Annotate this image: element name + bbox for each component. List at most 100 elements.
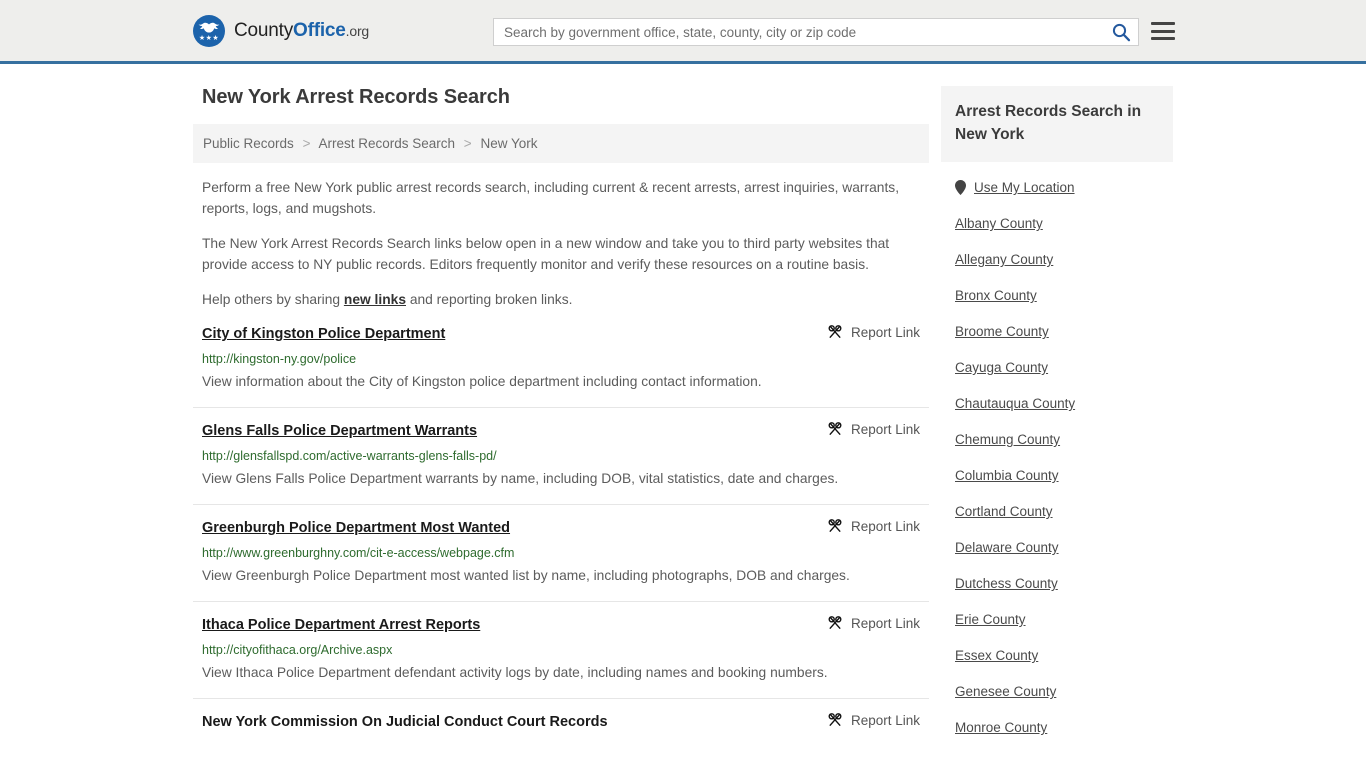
- sidebar: Arrest Records Search in New York Use My…: [941, 86, 1173, 756]
- result-item: Greenburgh Police Department Most Wanted…: [193, 518, 929, 602]
- breadcrumb-item-new-york[interactable]: New York: [480, 136, 537, 151]
- breadcrumb-item-public-records[interactable]: Public Records: [203, 136, 294, 151]
- broken-link-icon: [828, 422, 842, 435]
- sidebar-item-delaware-county[interactable]: Delaware County: [955, 540, 1159, 555]
- sidebar-item-label[interactable]: Chemung County: [955, 432, 1060, 447]
- sidebar-item-chemung-county[interactable]: Chemung County: [955, 432, 1159, 447]
- intro-p3-after: and reporting broken links.: [406, 292, 573, 307]
- sidebar-item-chautauqua-county[interactable]: Chautauqua County: [955, 396, 1159, 411]
- sidebar-item-label[interactable]: Chautauqua County: [955, 396, 1075, 411]
- sidebar-item-erie-county[interactable]: Erie County: [955, 612, 1159, 627]
- report-link-label: Report Link: [850, 324, 920, 340]
- eagle-seal-icon: ★★★: [193, 14, 225, 47]
- hamburger-bar: [1151, 37, 1175, 40]
- sidebar-item-cortland-county[interactable]: Cortland County: [955, 504, 1159, 519]
- sidebar-item-label[interactable]: Broome County: [955, 324, 1049, 339]
- result-item: Glens Falls Police Department Warrants R…: [193, 421, 929, 505]
- site-header: ★★★ CountyOffice.org: [0, 0, 1366, 64]
- result-header: New York Commission On Judicial Conduct …: [202, 712, 929, 732]
- result-title-link[interactable]: Ithaca Police Department Arrest Reports: [202, 615, 480, 635]
- sidebar-item-bronx-county[interactable]: Bronx County: [955, 288, 1159, 303]
- result-title-link[interactable]: New York Commission On Judicial Conduct …: [202, 712, 608, 732]
- search-bar: [493, 18, 1139, 46]
- intro-paragraph-1: Perform a free New York public arrest re…: [202, 180, 900, 216]
- result-item: Ithaca Police Department Arrest Reports …: [193, 615, 929, 699]
- result-url[interactable]: http://www.greenburghny.com/cit-e-access…: [202, 545, 929, 561]
- sidebar-county-list: Use My Location Albany County Allegany C…: [941, 180, 1173, 735]
- search-input[interactable]: [494, 19, 1104, 45]
- sidebar-item-allegany-county[interactable]: Allegany County: [955, 252, 1159, 267]
- result-description: View Ithaca Police Department defendant …: [202, 665, 828, 680]
- result-title-link[interactable]: Glens Falls Police Department Warrants: [202, 421, 477, 441]
- sidebar-item-label[interactable]: Monroe County: [955, 720, 1047, 735]
- sidebar-item-cayuga-county[interactable]: Cayuga County: [955, 360, 1159, 375]
- sidebar-item-label[interactable]: Cayuga County: [955, 360, 1048, 375]
- eagle-glyph: [198, 22, 220, 32]
- result-description: View Glens Falls Police Department warra…: [202, 471, 839, 486]
- result-description: View information about the City of Kings…: [202, 374, 762, 389]
- result-url[interactable]: http://cityofithaca.org/Archive.aspx: [202, 642, 929, 658]
- result-item: City of Kingston Police Department Repor…: [193, 324, 929, 408]
- sidebar-item-label[interactable]: Dutchess County: [955, 576, 1058, 591]
- sidebar-header-box: Arrest Records Search in New York: [941, 86, 1173, 162]
- report-link-button[interactable]: Report Link: [827, 518, 920, 534]
- intro-paragraph-2: The New York Arrest Records Search links…: [202, 236, 890, 272]
- report-link-button[interactable]: Report Link: [827, 421, 920, 437]
- report-link-button[interactable]: Report Link: [827, 712, 920, 728]
- sidebar-item-label[interactable]: Bronx County: [955, 288, 1037, 303]
- brand-county-text: County: [234, 19, 294, 41]
- result-header: City of Kingston Police Department Repor…: [202, 324, 929, 344]
- sidebar-item-label[interactable]: Allegany County: [955, 252, 1053, 267]
- sidebar-item-albany-county[interactable]: Albany County: [955, 216, 1159, 231]
- breadcrumb-item-arrest-records-search[interactable]: Arrest Records Search: [318, 136, 455, 151]
- result-title-link[interactable]: City of Kingston Police Department: [202, 324, 445, 344]
- sidebar-item-monroe-county[interactable]: Monroe County: [955, 720, 1159, 735]
- sidebar-item-use-my-location[interactable]: Use My Location: [955, 180, 1159, 195]
- brand-office-text: Office: [293, 19, 346, 41]
- brand-wordmark: CountyOffice.org: [234, 20, 369, 42]
- sidebar-item-label[interactable]: Use My Location: [974, 180, 1075, 195]
- sidebar-item-label[interactable]: Essex County: [955, 648, 1038, 663]
- broken-link-icon: [828, 713, 842, 726]
- result-title-link[interactable]: Greenburgh Police Department Most Wanted: [202, 518, 510, 538]
- hamburger-bar: [1151, 22, 1175, 25]
- sidebar-item-label[interactable]: Columbia County: [955, 468, 1059, 483]
- report-link-button[interactable]: Report Link: [827, 615, 920, 631]
- hamburger-menu-icon[interactable]: [1151, 21, 1175, 41]
- result-description: View Greenburgh Police Department most w…: [202, 568, 850, 583]
- results-list: City of Kingston Police Department Repor…: [193, 324, 929, 745]
- search-button[interactable]: [1104, 19, 1138, 45]
- sidebar-item-label[interactable]: Erie County: [955, 612, 1026, 627]
- result-url[interactable]: http://kingston-ny.gov/police: [202, 351, 929, 367]
- site-logo[interactable]: ★★★ CountyOffice.org: [193, 14, 369, 47]
- sidebar-item-essex-county[interactable]: Essex County: [955, 648, 1159, 663]
- result-header: Greenburgh Police Department Most Wanted…: [202, 518, 929, 538]
- broken-link-icon: [828, 616, 842, 629]
- report-link-label: Report Link: [850, 518, 920, 534]
- intro-p3-before: Help others by sharing: [202, 292, 344, 307]
- broken-link-icon: [828, 519, 842, 532]
- sidebar-item-dutchess-county[interactable]: Dutchess County: [955, 576, 1159, 591]
- sidebar-item-label[interactable]: Cortland County: [955, 504, 1053, 519]
- report-link-label: Report Link: [850, 421, 920, 437]
- report-link-button[interactable]: Report Link: [827, 324, 920, 340]
- sidebar-item-columbia-county[interactable]: Columbia County: [955, 468, 1159, 483]
- breadcrumb-separator: >: [463, 136, 472, 151]
- breadcrumb-separator: >: [302, 136, 311, 151]
- sidebar-item-broome-county[interactable]: Broome County: [955, 324, 1159, 339]
- result-url[interactable]: http://glensfallspd.com/active-warrants-…: [202, 448, 929, 464]
- main-content: New York Arrest Records Search Public Re…: [193, 86, 929, 758]
- brand-org-text: .org: [345, 22, 370, 39]
- sidebar-item-genesee-county[interactable]: Genesee County: [955, 684, 1159, 699]
- page-body: New York Arrest Records Search Public Re…: [0, 64, 1366, 758]
- sidebar-item-label[interactable]: Delaware County: [955, 540, 1059, 555]
- sidebar-item-label[interactable]: Genesee County: [955, 684, 1056, 699]
- intro-paragraph-3: Help others by sharing new links and rep…: [202, 289, 929, 310]
- report-link-label: Report Link: [850, 712, 920, 728]
- new-links-link[interactable]: new links: [344, 292, 406, 307]
- sidebar-item-label[interactable]: Albany County: [955, 216, 1043, 231]
- sidebar-title: Arrest Records Search in New York: [955, 103, 1142, 143]
- stars-glyph: ★★★: [198, 34, 220, 42]
- broken-link-icon: [828, 325, 842, 338]
- result-item: New York Commission On Judicial Conduct …: [193, 712, 929, 745]
